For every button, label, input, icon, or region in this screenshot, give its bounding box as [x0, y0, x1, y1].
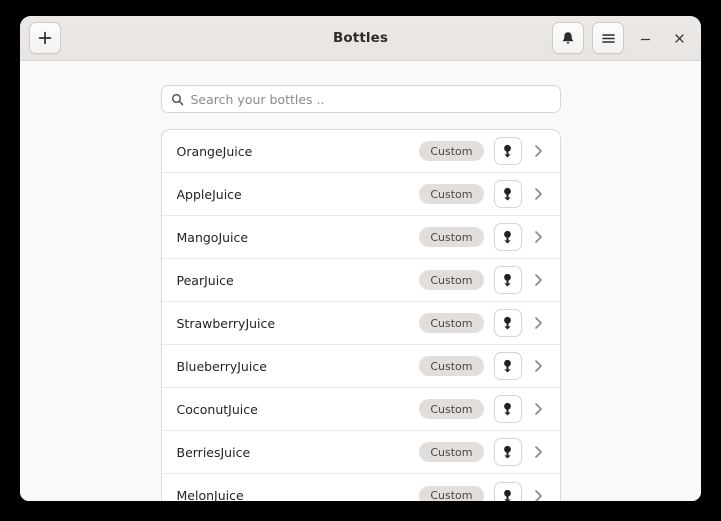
- bottle-name: StrawberryJuice: [177, 316, 420, 331]
- bottle-icon: [501, 359, 514, 373]
- bottle-row-1[interactable]: AppleJuice Custom: [162, 173, 560, 216]
- open-bottle-chevron[interactable]: [528, 138, 550, 164]
- open-bottle-chevron[interactable]: [528, 181, 550, 207]
- status-badge: Custom: [419, 356, 483, 376]
- status-badge: Custom: [419, 399, 483, 419]
- bottle-row-3[interactable]: PearJuice Custom: [162, 259, 560, 302]
- add-bottle-button[interactable]: [29, 22, 61, 54]
- bottle-icon: [501, 187, 514, 201]
- open-bottle-chevron[interactable]: [528, 396, 550, 422]
- bell-icon: [561, 31, 575, 46]
- bottle-name: BlueberryJuice: [177, 359, 420, 374]
- search-bar[interactable]: [161, 85, 561, 113]
- plus-icon: [38, 31, 52, 45]
- run-bottle-button[interactable]: [494, 309, 522, 337]
- content-column: OrangeJuice Custom AppleJuice Custom: [161, 85, 561, 501]
- open-bottle-chevron[interactable]: [528, 439, 550, 465]
- chevron-right-icon: [534, 230, 543, 244]
- chevron-right-icon: [534, 187, 543, 201]
- open-bottle-chevron[interactable]: [528, 483, 550, 502]
- bottle-row-0[interactable]: OrangeJuice Custom: [162, 130, 560, 173]
- bottle-icon: [501, 445, 514, 459]
- bottles-list: OrangeJuice Custom AppleJuice Custom: [161, 129, 561, 501]
- open-bottle-chevron[interactable]: [528, 267, 550, 293]
- status-badge: Custom: [419, 270, 483, 290]
- run-bottle-button[interactable]: [494, 395, 522, 423]
- run-bottle-button[interactable]: [494, 137, 522, 165]
- chevron-right-icon: [534, 445, 543, 459]
- minimize-button[interactable]: [632, 25, 658, 51]
- open-bottle-chevron[interactable]: [528, 353, 550, 379]
- search-input[interactable]: [191, 92, 551, 107]
- run-bottle-button[interactable]: [494, 266, 522, 294]
- bottle-row-6[interactable]: CoconutJuice Custom: [162, 388, 560, 431]
- bottle-icon: [501, 402, 514, 416]
- close-icon: [673, 32, 686, 45]
- bottle-icon: [501, 273, 514, 287]
- status-badge: Custom: [419, 141, 483, 161]
- run-bottle-button[interactable]: [494, 352, 522, 380]
- chevron-right-icon: [534, 144, 543, 158]
- status-badge: Custom: [419, 227, 483, 247]
- titlebar: Bottles: [20, 16, 701, 61]
- run-bottle-button[interactable]: [494, 223, 522, 251]
- bottle-row-2[interactable]: MangoJuice Custom: [162, 216, 560, 259]
- chevron-right-icon: [534, 273, 543, 287]
- status-badge: Custom: [419, 486, 483, 502]
- bottle-name: CoconutJuice: [177, 402, 420, 417]
- bottle-row-8[interactable]: MelonJuice Custom: [162, 474, 560, 501]
- bottle-icon: [501, 489, 514, 502]
- bottle-row-7[interactable]: BerriesJuice Custom: [162, 431, 560, 474]
- chevron-right-icon: [534, 316, 543, 330]
- app-window: Bottles: [20, 16, 701, 501]
- hamburger-menu-icon: [601, 32, 616, 45]
- bottle-icon: [501, 230, 514, 244]
- main-menu-button[interactable]: [592, 22, 624, 54]
- run-bottle-button[interactable]: [494, 438, 522, 466]
- bottle-name: AppleJuice: [177, 187, 420, 202]
- bottle-name: MangoJuice: [177, 230, 420, 245]
- bottle-name: OrangeJuice: [177, 144, 420, 159]
- status-badge: Custom: [419, 313, 483, 333]
- open-bottle-chevron[interactable]: [528, 224, 550, 250]
- bottle-name: PearJuice: [177, 273, 420, 288]
- bottle-row-4[interactable]: StrawberryJuice Custom: [162, 302, 560, 345]
- close-button[interactable]: [666, 25, 692, 51]
- bottle-icon: [501, 316, 514, 330]
- status-badge: Custom: [419, 184, 483, 204]
- open-bottle-chevron[interactable]: [528, 310, 550, 336]
- main-content: OrangeJuice Custom AppleJuice Custom: [20, 61, 701, 501]
- run-bottle-button[interactable]: [494, 482, 522, 502]
- chevron-right-icon: [534, 359, 543, 373]
- minimize-icon: [639, 32, 652, 45]
- chevron-right-icon: [534, 402, 543, 416]
- search-icon: [171, 93, 184, 106]
- titlebar-right-controls: [552, 22, 692, 54]
- bottle-name: BerriesJuice: [177, 445, 420, 460]
- run-bottle-button[interactable]: [494, 180, 522, 208]
- chevron-right-icon: [534, 489, 543, 502]
- bottle-name: MelonJuice: [177, 488, 420, 501]
- bottle-icon: [501, 144, 514, 158]
- bottle-row-5[interactable]: BlueberryJuice Custom: [162, 345, 560, 388]
- notifications-button[interactable]: [552, 22, 584, 54]
- status-badge: Custom: [419, 442, 483, 462]
